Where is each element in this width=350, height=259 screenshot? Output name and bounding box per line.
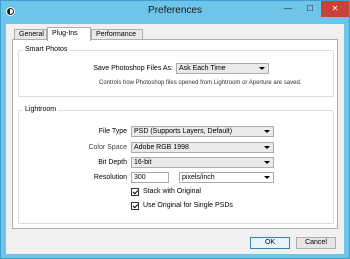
plug-ins-panel: Smart Photos Save Photoshop Files As: As…: [12, 39, 338, 229]
resolution-label: Resolution: [93, 174, 127, 181]
lightroom-legend: Lightroom: [23, 106, 59, 113]
smart-photos-group: Smart Photos Save Photoshop Files As: As…: [18, 46, 334, 97]
smart-photos-legend: Smart Photos: [23, 46, 70, 53]
color-space-label: Color Space: [88, 144, 127, 151]
chevron-down-icon: [264, 130, 270, 133]
minimize-button[interactable]: —: [277, 1, 299, 17]
stack-with-original-checkbox[interactable]: [131, 188, 139, 196]
color-space-select[interactable]: Adobe RGB 1998: [131, 142, 274, 153]
smart-photos-hint: Controls how Photoshop files opened from…: [99, 80, 302, 86]
chevron-down-icon: [264, 161, 270, 164]
save-as-label: Save Photoshop Files As:: [93, 65, 173, 72]
bit-depth-value: 16-bit: [134, 159, 152, 166]
resolution-unit-value: pixels/inch: [182, 174, 215, 181]
file-type-select[interactable]: PSD (Supports Layers, Default): [131, 126, 274, 137]
use-original-checkbox[interactable]: [131, 202, 139, 210]
stack-with-original-label[interactable]: Stack with Original: [143, 188, 201, 195]
preferences-window: Preferences — ☐ ✕ General Plug-Ins Perfo…: [0, 0, 350, 259]
save-as-value: Ask Each Time: [179, 65, 226, 72]
maximize-button[interactable]: ☐: [299, 1, 321, 17]
cancel-button[interactable]: Cancel: [296, 237, 336, 249]
lightroom-group: Lightroom File Type PSD (Supports Layers…: [18, 106, 334, 224]
bit-depth-select[interactable]: 16-bit: [131, 157, 274, 168]
bit-depth-label: Bit Depth: [98, 159, 127, 166]
file-type-label: File Type: [98, 128, 127, 135]
use-original-label[interactable]: Use Original for Single PSDs: [143, 202, 233, 209]
file-type-value: PSD (Supports Layers, Default): [134, 128, 233, 135]
chevron-down-icon: [264, 146, 270, 149]
save-as-select[interactable]: Ask Each Time: [176, 63, 269, 74]
tab-plug-ins[interactable]: Plug-Ins: [47, 27, 91, 41]
chevron-down-icon: [259, 67, 265, 70]
ok-button[interactable]: OK: [250, 237, 290, 249]
resolution-unit-select[interactable]: pixels/inch: [179, 172, 274, 183]
dialog-body: General Plug-Ins Performance Smart Photo…: [6, 24, 344, 254]
color-space-value: Adobe RGB 1998: [134, 144, 189, 151]
chevron-down-icon: [264, 176, 270, 179]
close-button[interactable]: ✕: [321, 1, 349, 17]
title-bar[interactable]: Preferences — ☐ ✕: [1, 1, 349, 23]
resolution-input[interactable]: 300: [131, 172, 169, 183]
